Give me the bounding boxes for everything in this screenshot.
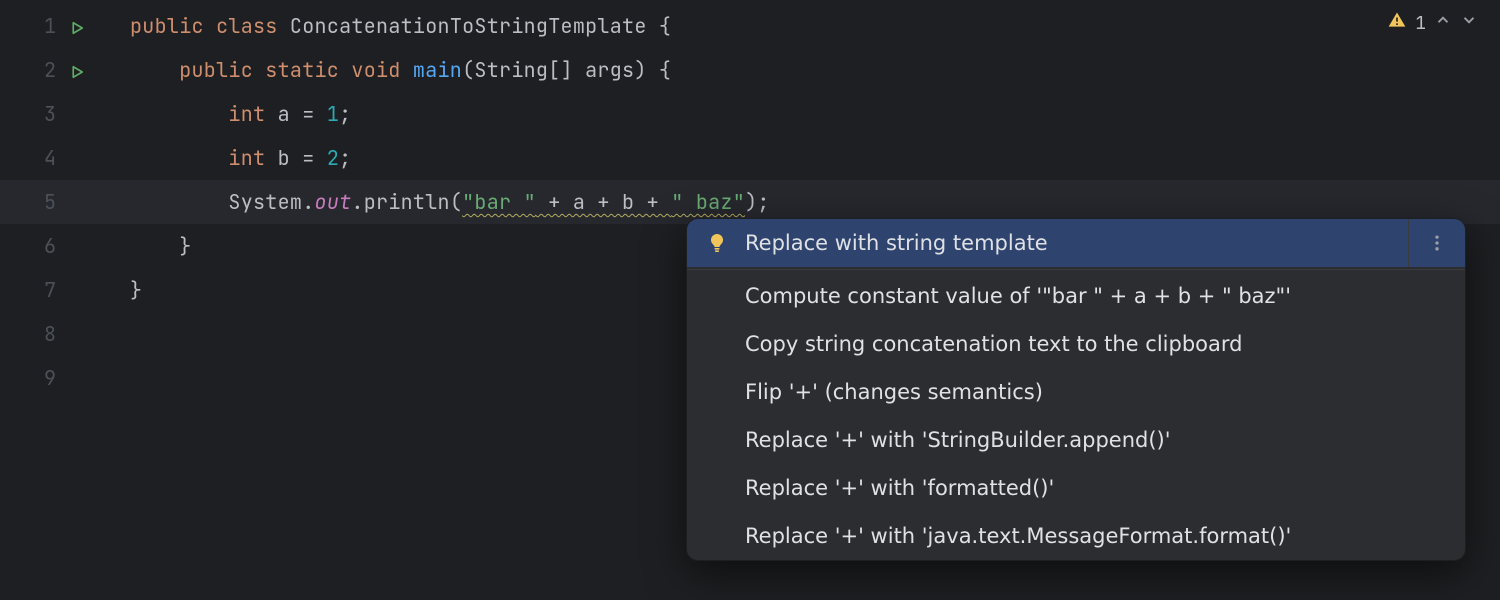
code-token: ConcatenationToStringTemplate xyxy=(290,13,659,39)
run-icon[interactable] xyxy=(68,17,86,35)
intention-action-item[interactable]: Replace with string template xyxy=(687,219,1465,267)
code-token: + a + b + xyxy=(536,189,671,215)
warning-icon xyxy=(1387,10,1407,36)
intention-action-label: Replace '+' with 'StringBuilder.append()… xyxy=(745,428,1447,452)
intention-action-label: Compute constant value of '"bar " + a + … xyxy=(745,284,1447,308)
gutter-line[interactable]: 2 xyxy=(0,48,130,92)
gutter-line[interactable]: 7 xyxy=(0,268,130,312)
intention-action-label: Replace '+' with 'java.text.MessageForma… xyxy=(745,524,1447,548)
line-number: 1 xyxy=(0,13,56,39)
popup-separator xyxy=(687,269,1465,270)
code-token: String xyxy=(474,57,548,83)
prev-highlight-icon[interactable] xyxy=(1434,11,1452,35)
intention-action-label: Replace '+' with 'formatted()' xyxy=(745,476,1447,500)
line-number: 3 xyxy=(0,101,56,127)
code-token: } xyxy=(130,277,142,303)
inspection-indicator[interactable]: 1 xyxy=(1387,10,1478,36)
code-token: 1 xyxy=(327,101,339,127)
line-number: 8 xyxy=(0,321,56,347)
code-token: ); xyxy=(745,189,770,215)
code-line[interactable]: int a = 1; xyxy=(130,92,1500,136)
gutter-line[interactable]: 1 xyxy=(0,4,130,48)
intention-action-item[interactable]: Replace '+' with 'formatted()' xyxy=(687,464,1465,512)
intention-action-label: Replace with string template xyxy=(745,231,1408,255)
code-token: .println( xyxy=(351,189,462,215)
intention-action-item[interactable]: Copy string concatenation text to the cl… xyxy=(687,320,1465,368)
intention-action-item[interactable]: Replace '+' with 'StringBuilder.append()… xyxy=(687,416,1465,464)
code-token: System. xyxy=(228,189,314,215)
intention-action-label: Copy string concatenation text to the cl… xyxy=(745,332,1447,356)
intention-action-item[interactable]: Compute constant value of '"bar " + a + … xyxy=(687,272,1465,320)
code-token: 2 xyxy=(327,145,339,171)
gutter-line[interactable]: 3 xyxy=(0,92,130,136)
intention-action-label: Flip '+' (changes semantics) xyxy=(745,380,1447,404)
line-number: 2 xyxy=(0,57,56,83)
code-token: { xyxy=(659,13,671,39)
code-token: ; xyxy=(339,145,351,171)
gutter-line[interactable]: 5 xyxy=(0,180,130,224)
code-token: } xyxy=(179,233,191,259)
gutter-line[interactable]: 9 xyxy=(0,356,130,400)
editor-gutter: 1 2 3 4 5 6 7 8 9 xyxy=(0,0,130,600)
code-token: public static void xyxy=(179,57,413,83)
next-highlight-icon[interactable] xyxy=(1460,11,1478,35)
intention-action-item[interactable]: Replace '+' with 'java.text.MessageForma… xyxy=(687,512,1465,560)
code-token: public xyxy=(130,13,216,39)
gutter-line[interactable]: 4 xyxy=(0,136,130,180)
code-token: int xyxy=(228,145,277,171)
code-token: a = xyxy=(278,101,327,127)
code-token: ; xyxy=(339,101,351,127)
more-actions-icon[interactable] xyxy=(1408,219,1447,267)
intention-action-item[interactable]: Flip '+' (changes semantics) xyxy=(687,368,1465,416)
code-token: [] args) { xyxy=(548,57,671,83)
intention-actions-popup[interactable]: Replace with string template Compute cons… xyxy=(686,218,1466,561)
line-number: 6 xyxy=(0,233,56,259)
line-number: 7 xyxy=(0,277,56,303)
gutter-line[interactable]: 8 xyxy=(0,312,130,356)
code-token: class xyxy=(216,13,290,39)
line-number: 5 xyxy=(0,189,56,215)
code-token: "bar " xyxy=(462,189,536,215)
warning-count: 1 xyxy=(1415,12,1426,35)
lightbulb-icon xyxy=(705,231,729,255)
line-number: 4 xyxy=(0,145,56,171)
code-token: " baz" xyxy=(671,189,745,215)
code-token: main xyxy=(413,57,462,83)
code-token: b = xyxy=(278,145,327,171)
code-line[interactable]: int b = 2; xyxy=(130,136,1500,180)
code-token: int xyxy=(228,101,277,127)
line-number: 9 xyxy=(0,365,56,391)
run-icon[interactable] xyxy=(68,61,86,79)
code-token: ( xyxy=(462,57,474,83)
code-line[interactable]: public static void main(String[] args) { xyxy=(130,48,1500,92)
gutter-line[interactable]: 6 xyxy=(0,224,130,268)
code-line[interactable]: public class ConcatenationToStringTempla… xyxy=(130,4,1500,48)
code-token: out xyxy=(315,189,352,215)
